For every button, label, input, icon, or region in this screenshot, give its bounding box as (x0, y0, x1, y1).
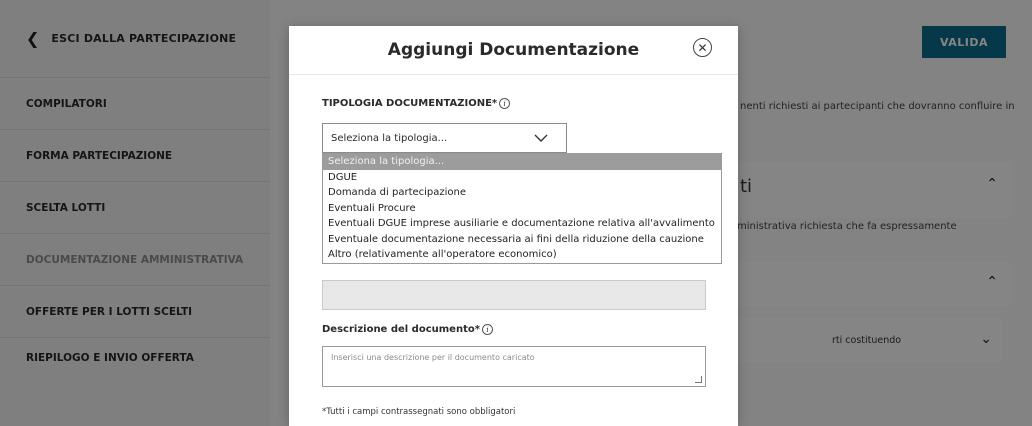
dropdown-option[interactable]: Eventuale documentazione necessaria ai f… (323, 232, 721, 248)
descrizione-textarea[interactable]: Inserisci una descrizione per il documen… (322, 346, 706, 387)
dropdown-option[interactable]: Altro (relativamente all'operatore econo… (323, 247, 721, 263)
modal-title: Aggiungi Documentazione (387, 40, 640, 60)
info-icon[interactable]: i (481, 324, 493, 335)
dropdown-option[interactable]: Eventuali Procure (323, 201, 721, 217)
descrizione-label-row: Descrizione del documento* i (322, 324, 493, 335)
descrizione-label: Descrizione del documento* (322, 324, 480, 335)
tipologia-label-row: TIPOLOGIA DOCUMENTAZIONE* i (322, 98, 511, 109)
chevron-down-icon (534, 134, 548, 142)
tipologia-label: TIPOLOGIA DOCUMENTAZIONE* (322, 98, 498, 109)
resize-handle-icon[interactable] (695, 376, 702, 383)
close-icon[interactable]: ✕ (693, 38, 712, 57)
required-fields-note: *Tutti i campi contrassegnati sono obbli… (322, 407, 516, 417)
info-icon[interactable]: i (499, 98, 511, 109)
add-documentation-modal: Aggiungi Documentazione ✕ TIPOLOGIA DOCU… (289, 26, 738, 426)
dropdown-option[interactable]: Eventuali DGUE imprese ausiliarie e docu… (323, 216, 721, 232)
dropdown-option[interactable]: Seleziona la tipologia... (323, 154, 721, 170)
dropdown-option[interactable]: DGUE (323, 170, 721, 186)
tipologia-dropdown: Seleziona la tipologia... DGUE Domanda d… (322, 153, 722, 264)
dropdown-option[interactable]: Domanda di partecipazione (323, 185, 721, 201)
disabled-input (322, 280, 706, 310)
tipologia-select[interactable]: Seleziona la tipologia... (322, 123, 567, 153)
descrizione-placeholder: Inserisci una descrizione per il documen… (331, 353, 535, 362)
tipologia-select-value: Seleziona la tipologia... (331, 132, 448, 144)
modal-divider (289, 74, 738, 75)
